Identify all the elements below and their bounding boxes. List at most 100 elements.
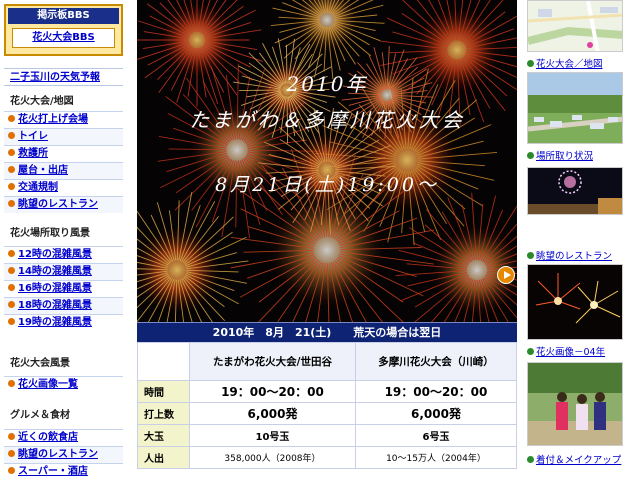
menu-item-crowd-19[interactable]: 19時の混雑風景: [4, 314, 123, 331]
column-kawasaki: 多摩川花火大会（川崎）: [354, 342, 518, 381]
cell-value: 6号玉: [354, 424, 518, 447]
right-link-map[interactable]: 花火大会／地図: [527, 56, 637, 70]
bullet-icon: [527, 152, 534, 159]
section-heading-crowd: 花火場所取り風景: [10, 228, 90, 239]
table-header: 2010年 8月 21(土) 荒天の場合は翌日: [137, 322, 517, 342]
fireworks-thumbnail[interactable]: [527, 264, 623, 340]
bbs-link[interactable]: 花火大会BBS: [12, 28, 115, 48]
table-row: 人出 358,000人（2008年） 10～15万人（2004年）: [137, 446, 518, 469]
section-heading-gourmet: グルメ＆食材: [10, 410, 70, 421]
menu-item-view-restaurant-2[interactable]: 眺望のレストラン: [4, 446, 123, 463]
hero-date: 8月21日(土)19:00～: [215, 174, 439, 196]
menu-item-photo-list[interactable]: 花火画像一覧: [4, 376, 123, 393]
menu-item-label: 眺望のレストラン: [18, 199, 98, 210]
row-label: 時間: [137, 380, 190, 403]
hero-event-name: たまがわ＆多摩川花火大会: [189, 108, 465, 132]
table-row: 打上数 6,000発 6,000発: [137, 402, 518, 425]
bullet-icon: [8, 467, 15, 474]
menu-item-stalls[interactable]: 屋台・出店: [4, 162, 123, 179]
bullet-icon: [8, 183, 15, 190]
menu-item-crowd-16[interactable]: 16時の混雑風景: [4, 280, 123, 297]
menu-item-first-aid[interactable]: 救護所: [4, 145, 123, 162]
cell-value: 6,000発: [354, 402, 518, 425]
restaurant-image: [528, 168, 622, 214]
right-link-photos-04[interactable]: 花火画像－04年: [527, 344, 637, 358]
bullet-icon: [8, 149, 15, 156]
menu-gourmet: 近くの飲食店 眺望のレストラン スーパー・酒店: [4, 429, 123, 477]
bullet-icon: [8, 433, 15, 440]
fireworks-hero-image: 2010年 たまがわ＆多摩川花火大会 8月21日(土)19:00～: [137, 0, 517, 322]
menu-item-crowd-12[interactable]: 12時の混雑風景: [4, 246, 123, 263]
bullet-icon: [8, 267, 15, 274]
table-row: 大玉 10号玉 6号玉: [137, 424, 518, 447]
bullet-icon: [527, 456, 534, 463]
bullet-icon: [8, 301, 15, 308]
row-label: 大玉: [137, 424, 190, 447]
next-arrow-icon[interactable]: [497, 266, 515, 284]
bullet-icon: [8, 200, 15, 207]
restaurant-thumbnail[interactable]: [527, 167, 623, 215]
bullet-icon: [8, 318, 15, 325]
menu-item-view-restaurant[interactable]: 眺望のレストラン: [4, 196, 123, 213]
right-link-label: 場所取り状況: [536, 151, 594, 162]
bullet-icon: [8, 450, 15, 457]
right-link-restaurant[interactable]: 眺望のレストラン: [527, 248, 637, 262]
event-info-table: 2010年 8月 21(土) 荒天の場合は翌日 たまがわ花火大会/世田谷 多摩川…: [137, 322, 518, 477]
bullet-icon: [527, 60, 534, 67]
menu-item-label: 花火打上げ会場: [18, 114, 88, 125]
map-thumbnail[interactable]: [527, 0, 623, 52]
bbs-title: 掲示板BBS: [8, 8, 119, 24]
menu-item-label: 救護所: [18, 148, 48, 159]
menu-item-label: 18時の混雑風景: [18, 300, 92, 311]
menu-item-label: 屋台・出店: [18, 165, 68, 176]
left-sidebar: 掲示板BBS 花火大会BBS 二子玉川の天気予報 花火大会/地図 花火打上げ会場…: [0, 0, 127, 477]
menu-item-label: 眺望のレストラン: [18, 449, 98, 460]
bullet-icon: [8, 284, 15, 291]
bullet-icon: [8, 115, 15, 122]
bullet-icon: [8, 132, 15, 139]
map-image: [528, 1, 622, 51]
section-heading-map: 花火大会/地図: [10, 96, 74, 107]
yukata-image: [528, 363, 622, 445]
menu-item-supermarket[interactable]: スーパー・酒店: [4, 463, 123, 477]
menu-crowd: 12時の混雑風景 14時の混雑風景 16時の混雑風景 18時の混雑風景 19時の…: [4, 246, 123, 331]
menu-item-launch-site[interactable]: 花火打上げ会場: [4, 111, 123, 128]
crowd-thumbnail[interactable]: [527, 72, 623, 144]
cell-value: 10～15万人（2004年）: [354, 446, 518, 469]
menu-item-crowd-18[interactable]: 18時の混雑風景: [4, 297, 123, 314]
fireworks-illustration: [137, 0, 517, 322]
menu-item-crowd-14[interactable]: 14時の混雑風景: [4, 263, 123, 280]
menu-item-toilet[interactable]: トイレ: [4, 128, 123, 145]
right-sidebar: 花火大会／地図 場所取り状況 眺望のレストラン 花火画像－04年 着付＆メイクア…: [527, 0, 640, 477]
right-link-label: 着付＆メイクアップ: [536, 455, 622, 466]
right-link-label: 花火大会／地図: [536, 59, 603, 70]
weather-link[interactable]: 二子玉川の天気予報: [4, 68, 123, 86]
row-label: 打上数: [137, 402, 190, 425]
bullet-icon: [8, 380, 15, 387]
bullet-icon: [527, 348, 534, 355]
menu-item-label: 花火画像一覧: [18, 379, 78, 390]
yukata-thumbnail[interactable]: [527, 362, 623, 446]
table-column-row: たまがわ花火大会/世田谷 多摩川花火大会（川崎）: [137, 342, 518, 381]
menu-item-traffic[interactable]: 交通規制: [4, 179, 123, 196]
menu-item-restaurants[interactable]: 近くの飲食店: [4, 429, 123, 446]
column-setagaya: たまがわ花火大会/世田谷: [189, 342, 356, 381]
menu-scenery: 花火画像一覧: [4, 376, 123, 393]
right-link-dressing[interactable]: 着付＆メイクアップ: [527, 452, 637, 466]
menu-item-label: 19時の混雑風景: [18, 317, 92, 328]
bullet-icon: [8, 250, 15, 257]
bbs-box: 掲示板BBS 花火大会BBS: [4, 4, 123, 56]
bullet-icon: [8, 166, 15, 173]
cell-value: 19：00～20：00: [354, 380, 518, 403]
fireworks-image: [528, 265, 622, 339]
cell-value: 6,000発: [189, 402, 356, 425]
menu-item-label: 12時の混雑風景: [18, 249, 92, 260]
cell-value: 19：00～20：00: [189, 380, 356, 403]
menu-map: 花火打上げ会場 トイレ 救護所 屋台・出店 交通規制 眺望のレストラン: [4, 111, 123, 213]
section-heading-scenery: 花火大会風景: [10, 358, 70, 369]
cell-value: 358,000人（2008年）: [189, 446, 356, 469]
table-corner: [137, 342, 190, 381]
menu-item-label: 16時の混雑風景: [18, 283, 92, 294]
right-link-seat-status[interactable]: 場所取り状況: [527, 148, 637, 162]
row-label: 人出: [137, 446, 190, 469]
